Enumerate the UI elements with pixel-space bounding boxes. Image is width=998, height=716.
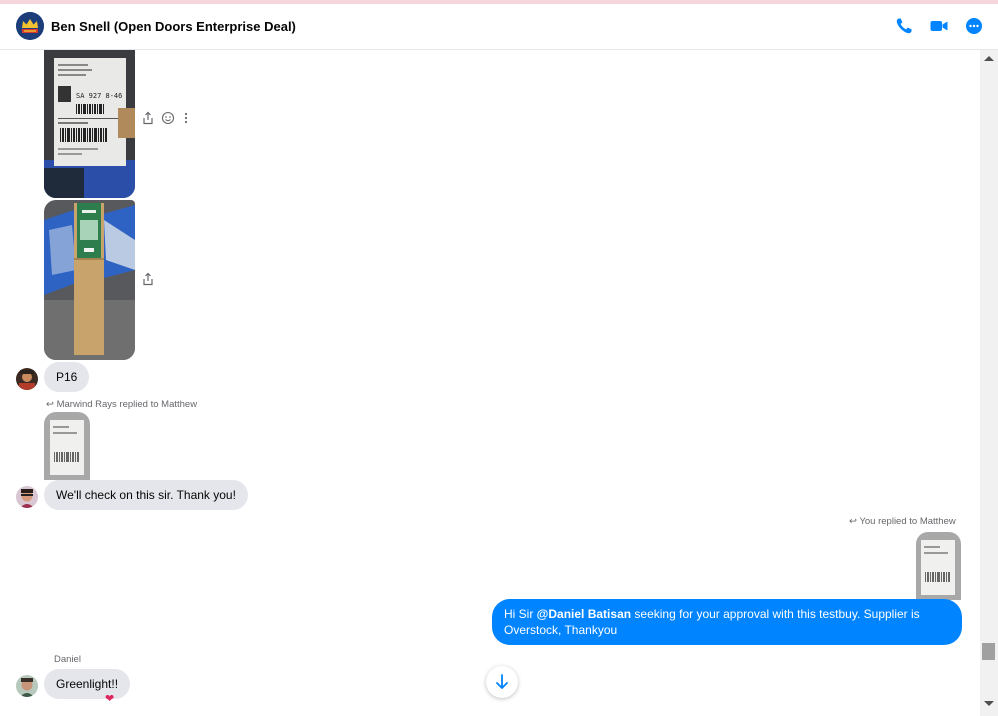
reply-arrow-icon: ↩ — [46, 399, 54, 410]
avatar[interactable] — [16, 675, 38, 697]
chat-header: Ben Snell (Open Doors Enterprise Deal) — [0, 4, 998, 50]
arrow-down-icon — [496, 674, 508, 689]
reply-note-text: You replied to Matthew — [859, 516, 956, 527]
scroll-up-arrow-icon[interactable] — [984, 56, 994, 61]
message-list[interactable]: SA 927 8-46 P16 ↩ Marwind Rays replied t… — [0, 50, 980, 716]
replied-photo-thumbnail[interactable] — [916, 532, 961, 600]
scrollbar-thumb[interactable] — [982, 643, 995, 660]
package-photo[interactable] — [44, 200, 135, 360]
heart-reaction-icon[interactable]: ❤ — [105, 692, 114, 705]
reply-note: ↩ Marwind Rays replied to Matthew — [46, 399, 197, 410]
share-icon[interactable] — [141, 111, 155, 125]
scroll-to-bottom-button[interactable] — [486, 666, 518, 698]
sender-name: Daniel — [54, 654, 81, 665]
crown-logo-icon — [16, 12, 44, 40]
message-more-icon[interactable] — [179, 111, 193, 125]
outgoing-message-bubble[interactable]: Hi Sir @Daniel Batisan seeking for your … — [492, 599, 962, 645]
react-icon[interactable] — [161, 111, 175, 125]
avatar[interactable] — [16, 486, 38, 508]
scroll-down-arrow-icon[interactable] — [984, 701, 994, 706]
mention[interactable]: @Daniel Batisan — [537, 607, 631, 621]
phone-icon[interactable] — [894, 16, 914, 36]
reply-note-text: Marwind Rays replied to Matthew — [56, 399, 198, 410]
more-icon[interactable] — [964, 16, 984, 36]
avatar[interactable] — [16, 368, 38, 390]
conversation-title[interactable]: Ben Snell (Open Doors Enterprise Deal) — [51, 19, 296, 34]
group-avatar[interactable] — [16, 12, 44, 40]
message-bubble[interactable]: Greenlight!! — [44, 669, 131, 699]
message-text: Hi Sir — [504, 607, 537, 621]
shipping-label-photo[interactable]: SA 927 8-46 — [44, 50, 135, 198]
video-icon[interactable] — [929, 16, 949, 36]
reply-arrow-icon: ↩ — [849, 516, 857, 527]
message-bubble[interactable]: P16 — [44, 362, 90, 392]
share-icon[interactable] — [141, 272, 155, 286]
scrollbar[interactable] — [980, 50, 998, 716]
message-bubble[interactable]: We'll check on this sir. Thank you! — [44, 480, 248, 510]
reply-note: ↩ You replied to Matthew — [849, 516, 956, 527]
replied-photo-thumbnail[interactable] — [44, 412, 90, 480]
svg-text:SA 927 8-46: SA 927 8-46 — [76, 92, 122, 100]
